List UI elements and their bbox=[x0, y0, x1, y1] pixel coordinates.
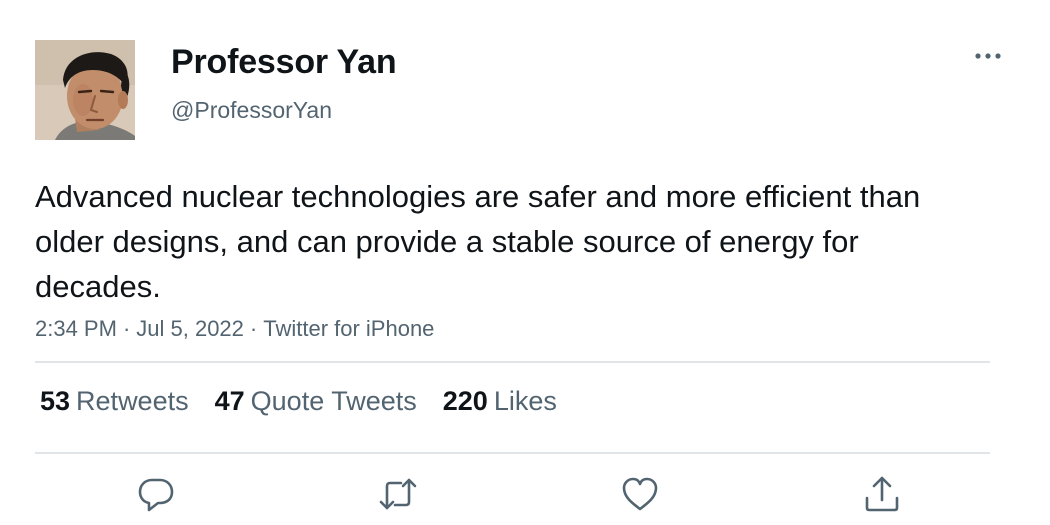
divider bbox=[35, 361, 990, 363]
user-handle[interactable]: @ProfessorYan bbox=[171, 97, 332, 124]
quote-tweets-stat[interactable]: 47 Quote Tweets bbox=[215, 386, 417, 417]
tweet-detail: Professor Yan @ProfessorYan Advanced nuc… bbox=[0, 0, 1050, 525]
retweets-label: Retweets bbox=[76, 386, 189, 416]
meta-separator: · bbox=[122, 316, 131, 341]
reply-button[interactable] bbox=[134, 472, 178, 516]
avatar[interactable] bbox=[35, 40, 135, 140]
share-icon bbox=[865, 476, 899, 512]
display-name[interactable]: Professor Yan bbox=[171, 43, 397, 82]
meta-separator: · bbox=[249, 316, 258, 341]
heart-icon bbox=[622, 477, 658, 511]
divider bbox=[35, 452, 990, 454]
tweet-meta: 2:34 PM · Jul 5, 2022 · Twitter for iPhone bbox=[35, 316, 434, 342]
tweet-text: Advanced nuclear technologies are safer … bbox=[35, 179, 921, 304]
quote-tweets-label: Quote Tweets bbox=[250, 386, 417, 416]
engagement-stats: 53 Retweets 47 Quote Tweets 220 Likes bbox=[40, 386, 583, 417]
share-button[interactable] bbox=[860, 472, 904, 516]
likes-stat[interactable]: 220 Likes bbox=[443, 386, 557, 417]
retweet-button[interactable] bbox=[376, 472, 420, 516]
avatar-image bbox=[35, 40, 135, 140]
more-icon bbox=[975, 53, 1001, 59]
tweet-source[interactable]: Twitter for iPhone bbox=[263, 316, 434, 341]
more-options-button[interactable] bbox=[966, 40, 1010, 72]
retweet-icon bbox=[379, 478, 417, 510]
quote-tweets-count: 47 bbox=[214, 386, 245, 416]
retweets-stat[interactable]: 53 Retweets bbox=[40, 386, 189, 417]
like-button[interactable] bbox=[618, 472, 662, 516]
reply-icon bbox=[138, 478, 174, 512]
tweet-date[interactable]: Jul 5, 2022 bbox=[136, 316, 244, 341]
retweets-count: 53 bbox=[40, 386, 71, 416]
likes-label: Likes bbox=[493, 386, 557, 416]
likes-count: 220 bbox=[442, 386, 488, 416]
tweet-time[interactable]: 2:34 PM bbox=[35, 316, 117, 341]
